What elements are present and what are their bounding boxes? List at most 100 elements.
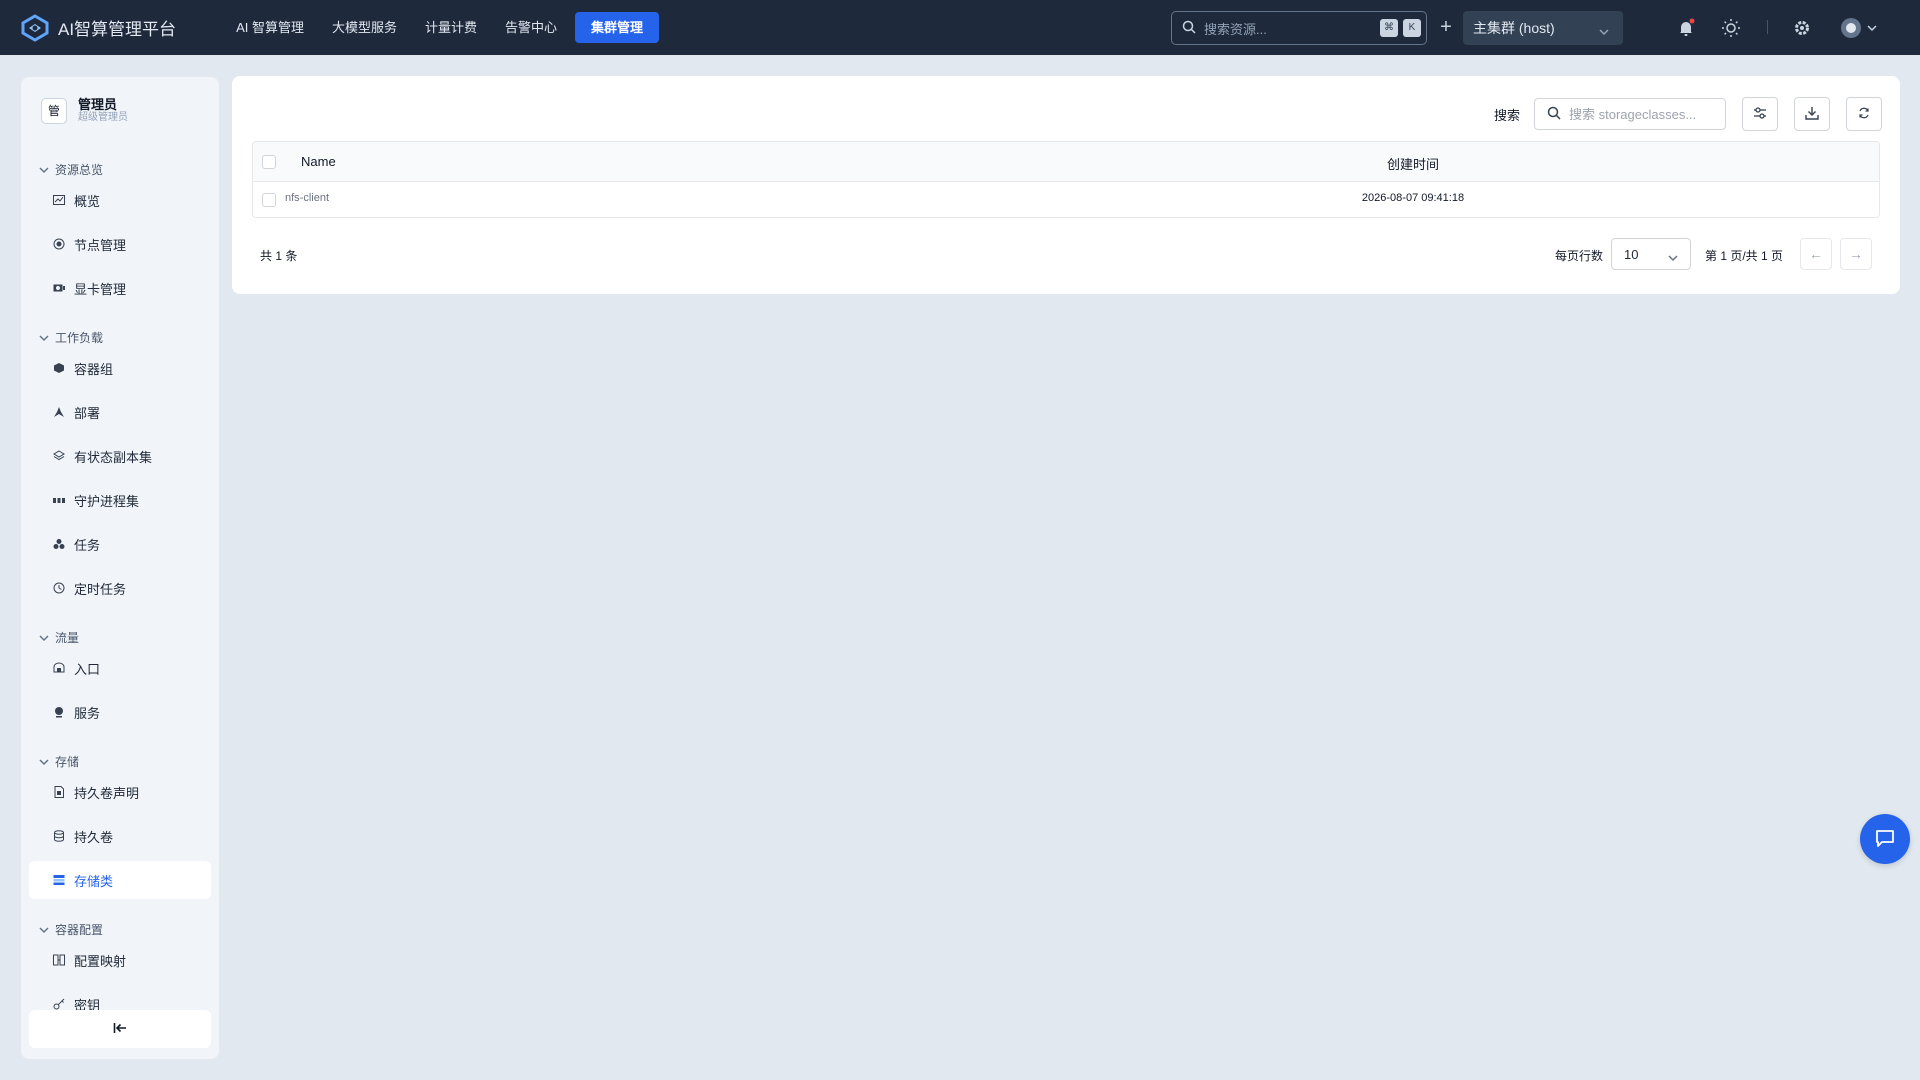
rocket-icon xyxy=(53,406,65,418)
user-name: 管理员 xyxy=(78,97,118,112)
nav-item-ai-compute[interactable]: AI 智算管理 xyxy=(222,12,318,43)
sidebar-item-label: 配置映射 xyxy=(74,953,127,969)
chevron-down-icon xyxy=(39,331,49,345)
sidebar-group-label: 流量 xyxy=(55,631,80,645)
nav-item-llm-service[interactable]: 大模型服务 xyxy=(318,12,411,43)
notification-bell-icon[interactable] xyxy=(1675,17,1697,39)
clock-icon xyxy=(53,582,65,594)
next-page-button[interactable]: → xyxy=(1840,238,1872,270)
service-icon xyxy=(53,706,65,718)
sidebar-item-label: 有状态副本集 xyxy=(74,449,153,465)
global-search-placeholder: 搜索资源... xyxy=(1204,21,1267,37)
column-header-name[interactable]: Name xyxy=(301,154,336,169)
sidebar-item-gpus[interactable]: 显卡管理 xyxy=(29,269,211,307)
sidebar-item-label: 持久卷声明 xyxy=(74,785,140,801)
sidebar-item-label: 持久卷 xyxy=(74,829,114,845)
user-menu[interactable] xyxy=(1840,17,1880,39)
download-icon xyxy=(1805,106,1819,123)
sidebar-item-statefulsets[interactable]: 有状态副本集 xyxy=(29,437,211,475)
arrow-right-icon: → xyxy=(1849,246,1863,262)
database-icon xyxy=(53,830,65,842)
table-search-input[interactable] xyxy=(1569,106,1719,122)
shortcut-cmd-key: ⌘ xyxy=(1380,19,1398,37)
sidebar-group-traffic[interactable]: 流量 xyxy=(39,629,79,646)
sidebar-group-storage[interactable]: 存储 xyxy=(39,753,79,770)
sidebar-group-resources[interactable]: 资源总览 xyxy=(39,161,103,178)
shortcut-k-key: K xyxy=(1403,19,1421,37)
chat-assistant-button[interactable] xyxy=(1860,814,1910,864)
sidebar-item-nodes[interactable]: 节点管理 xyxy=(29,225,211,263)
sidebar-group-container-config[interactable]: 容器配置 xyxy=(39,921,103,938)
settings-gear-icon[interactable] xyxy=(1791,17,1813,39)
page-info: 第 1 页/共 1 页 xyxy=(1705,249,1784,263)
sidebar-item-deployments[interactable]: 部署 xyxy=(29,393,211,431)
add-button[interactable]: + xyxy=(1436,16,1456,38)
sidebar-item-label: 存储类 xyxy=(74,873,114,889)
column-settings-button[interactable] xyxy=(1742,97,1778,131)
search-icon xyxy=(1182,20,1196,37)
row-checkbox[interactable] xyxy=(262,193,276,207)
sidebar-item-overview[interactable]: 概览 xyxy=(29,181,211,219)
rows-per-page-select[interactable]: 10 xyxy=(1611,238,1691,270)
storageclasses-panel: 搜索 Name 创建时间 nfs-client 2026-08-07 09:41… xyxy=(232,76,1900,294)
sidebar-item-daemonsets[interactable]: 守护进程集 xyxy=(29,481,211,519)
daemon-icon xyxy=(53,494,65,506)
sidebar-collapse-button[interactable] xyxy=(29,1010,211,1048)
nav-item-cluster-management[interactable]: 集群管理 xyxy=(575,12,660,43)
sidebar-item-label: 节点管理 xyxy=(74,237,127,253)
select-all-checkbox[interactable] xyxy=(262,155,276,169)
search-label: 搜索 xyxy=(1494,108,1521,123)
sidebar-item-pvc[interactable]: 持久卷声明 xyxy=(29,773,211,811)
cluster-selector[interactable]: 主集群 (host) xyxy=(1463,11,1623,45)
theme-toggle-sun-icon[interactable] xyxy=(1720,17,1742,39)
storageclass-name-link[interactable]: nfs-client xyxy=(285,192,329,204)
sidebar-item-cronjobs[interactable]: 定时任务 xyxy=(29,569,211,607)
cluster-selected-value: 主集群 (host) xyxy=(1473,20,1555,36)
logo-icon xyxy=(20,13,50,43)
user-role: 超级管理员 xyxy=(78,112,128,123)
sidebar-group-label: 工作负载 xyxy=(55,331,104,345)
collapse-left-icon xyxy=(113,1021,127,1037)
sidebar-item-label: 任务 xyxy=(74,537,101,553)
configmap-icon xyxy=(53,954,65,966)
sidebar-item-pods[interactable]: 容器组 xyxy=(29,349,211,387)
sidebar-item-configmaps[interactable]: 配置映射 xyxy=(29,941,211,979)
avatar: 管 xyxy=(41,97,67,124)
sidebar-group-workloads[interactable]: 工作负载 xyxy=(39,329,103,346)
total-count: 共 1 条 xyxy=(260,249,298,263)
chevron-down-icon xyxy=(1668,250,1678,265)
table-row[interactable]: nfs-client 2026-08-07 09:41:18 xyxy=(253,182,1879,217)
sidebar-item-label: 服务 xyxy=(74,705,101,721)
sidebar-item-label: 概览 xyxy=(74,193,101,209)
table-header: Name 创建时间 xyxy=(253,142,1879,182)
gpu-icon xyxy=(53,282,65,294)
sidebar-item-pv[interactable]: 持久卷 xyxy=(29,817,211,855)
nav-item-alerts[interactable]: 告警中心 xyxy=(491,12,571,43)
top-navbar: AI智算管理平台 AI 智算管理 大模型服务 计量计费 告警中心 集群管理 xyxy=(0,0,1920,55)
nav-item-billing[interactable]: 计量计费 xyxy=(411,12,491,43)
sidebar-group-label: 存储 xyxy=(55,755,80,769)
rows-per-page-value: 10 xyxy=(1624,246,1639,262)
column-header-created[interactable]: 创建时间 xyxy=(1373,154,1453,173)
sidebar-item-ingress[interactable]: 入口 xyxy=(29,649,211,687)
logo[interactable]: AI智算管理平台 xyxy=(20,13,176,43)
layers-icon xyxy=(53,450,65,462)
refresh-icon xyxy=(1858,106,1870,122)
refresh-button[interactable] xyxy=(1846,97,1882,131)
sidebar: 管 管理员 超级管理员 资源总览 概览 节点管理 显卡管理 工作负载 容器组 部… xyxy=(21,77,219,1059)
sidebar-item-jobs[interactable]: 任务 xyxy=(29,525,211,563)
sidebar-item-services[interactable]: 服务 xyxy=(29,693,211,731)
sidebar-item-label: 部署 xyxy=(74,405,101,421)
sidebar-item-label: 入口 xyxy=(74,661,101,677)
global-search[interactable]: 搜索资源... ⌘ K xyxy=(1171,11,1427,45)
sidebar-item-storageclasses[interactable]: 存储类 xyxy=(29,861,211,899)
document-icon xyxy=(53,786,65,798)
search-icon xyxy=(1547,106,1561,123)
rows-per-page-label: 每页行数 xyxy=(1555,249,1604,263)
prev-page-button[interactable]: ← xyxy=(1800,238,1832,270)
chat-bubble-icon xyxy=(1874,827,1896,852)
table-search[interactable] xyxy=(1534,98,1726,130)
cube-icon xyxy=(53,362,65,374)
download-button[interactable] xyxy=(1794,97,1830,131)
sidebar-group-label: 容器配置 xyxy=(55,923,104,937)
